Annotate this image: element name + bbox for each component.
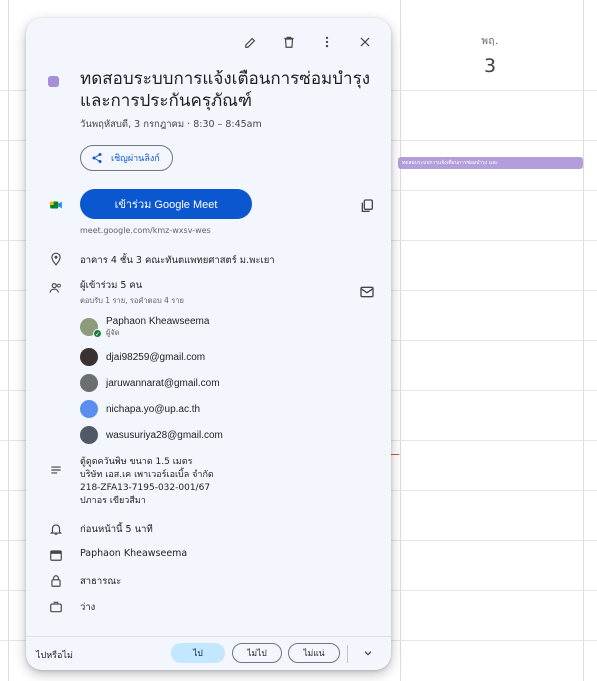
guest-row[interactable]: jaruwannarat@gmail.com [80, 372, 220, 394]
rsvp-maybe-button[interactable]: ไม่แน่ [288, 643, 340, 663]
guests-summary-block: ผู้เข้าร่วม 5 คน ตอบรับ 1 ราย, รอคำตอบ 4… [80, 278, 184, 307]
trash-icon [284, 36, 294, 48]
mail-icon [360, 286, 374, 298]
calendar-icon [48, 547, 64, 563]
notification-reminder: ก่อนหน้านี้ 5 นาที [80, 524, 153, 535]
briefcase-icon [48, 599, 64, 615]
delete-button[interactable] [281, 34, 297, 50]
divider [347, 645, 348, 663]
event-date-time: วันพฤหัสบดี, 3 กรกฎาคม · 8:30 – 8:45am [80, 119, 262, 130]
guest-name: djai98259@gmail.com [106, 351, 206, 363]
avatar [80, 374, 98, 392]
accepted-check-icon: ✓ [93, 329, 102, 338]
guests-icon [48, 280, 64, 296]
event-details-popover: ทดสอบระบบการแจ้งเตือนการซ่อมบำรุงและการป… [26, 18, 391, 670]
day-number[interactable]: 3 [400, 55, 580, 77]
rsvp-footer: ไปหรือไม่ ไป ไม่ไป ไม่แน่ [26, 636, 391, 670]
bell-icon [48, 521, 64, 537]
guest-row[interactable]: djai98259@gmail.com [80, 346, 205, 368]
guest-name: wasusuriya28@gmail.com [106, 429, 223, 441]
organizer-calendar: Paphaon Kheawseema [80, 548, 188, 559]
avatar [80, 400, 98, 418]
guests-count: ผู้เข้าร่วม 5 คน [80, 280, 143, 291]
email-guests-button[interactable] [359, 284, 375, 300]
rsvp-yes-button[interactable]: ไป [171, 643, 225, 663]
copy-icon [361, 199, 373, 212]
guest-name: nichapa.yo@up.ac.th [106, 403, 201, 415]
calendar-event-chip[interactable]: ทดสอบระบบการแจ้งเตือนการซ่อมบำรุง และ [398, 157, 583, 169]
event-title: ทดสอบระบบการแจ้งเตือนการซ่อมบำรุงและการป… [80, 69, 371, 110]
guests-status: ตอบรับ 1 ราย, รอคำตอบ 4 ราย [80, 296, 184, 305]
close-icon [360, 37, 370, 47]
guest-row-organizer[interactable]: ✓ Paphaon Kheawseema ผู้จัด [80, 316, 209, 338]
availability: ว่าง [80, 602, 96, 613]
more-options-button[interactable] [319, 34, 335, 50]
description-icon [48, 462, 64, 478]
event-color-swatch [48, 76, 59, 87]
avatar [80, 426, 98, 444]
popover-toolbar [243, 34, 373, 50]
copy-meet-link-button[interactable] [359, 198, 375, 214]
more-vert-icon [325, 36, 329, 48]
day-header[interactable]: พฤ. 3 [400, 34, 580, 77]
rsvp-label: ไปหรือไม่ [36, 651, 73, 661]
location-pin-icon [48, 251, 64, 267]
guest-row[interactable]: nichapa.yo@up.ac.th [80, 398, 200, 420]
rsvp-options-button[interactable] [356, 643, 380, 663]
avatar [80, 348, 98, 366]
chevron-down-icon [364, 651, 372, 656]
lock-icon [48, 573, 64, 589]
day-abbr: พฤ. [481, 36, 499, 47]
pencil-icon [245, 37, 256, 48]
event-location[interactable]: อาคาร 4 ชั้น 3 คณะทันตแพทยศาสตร์ ม.พะเยา [80, 253, 275, 268]
edit-button[interactable] [243, 34, 259, 50]
guest-row[interactable]: wasusuriya28@gmail.com [80, 424, 223, 446]
join-meet-button[interactable]: เข้าร่วม Google Meet [80, 189, 252, 219]
google-meet-icon [48, 197, 64, 213]
guest-role: ผู้จัด [106, 327, 120, 337]
rsvp-no-button[interactable]: ไม่ไป [232, 643, 282, 663]
guest-name: Paphaon Kheawseema [106, 315, 210, 327]
avatar: ✓ [80, 318, 102, 338]
share-link-label: เชิญผ่านลิงก์ [111, 154, 160, 164]
event-description: ตู้ดูดควันพิษ ขนาด 1.5 เมตร บริษัท เอส.เ… [80, 457, 214, 506]
share-icon [92, 153, 102, 163]
meet-url[interactable]: meet.google.com/kmz-wxsv-wes [80, 226, 211, 235]
visibility: สาธารณะ [80, 576, 122, 587]
guest-name: jaruwannarat@gmail.com [106, 377, 220, 389]
share-link-button[interactable]: เชิญผ่านลิงก์ [80, 145, 173, 171]
close-button[interactable] [357, 34, 373, 50]
calendar-page: พฤ. 3 ทดสอบระบบการแจ้งเตือนการซ่อมบำรุง … [0, 0, 597, 681]
